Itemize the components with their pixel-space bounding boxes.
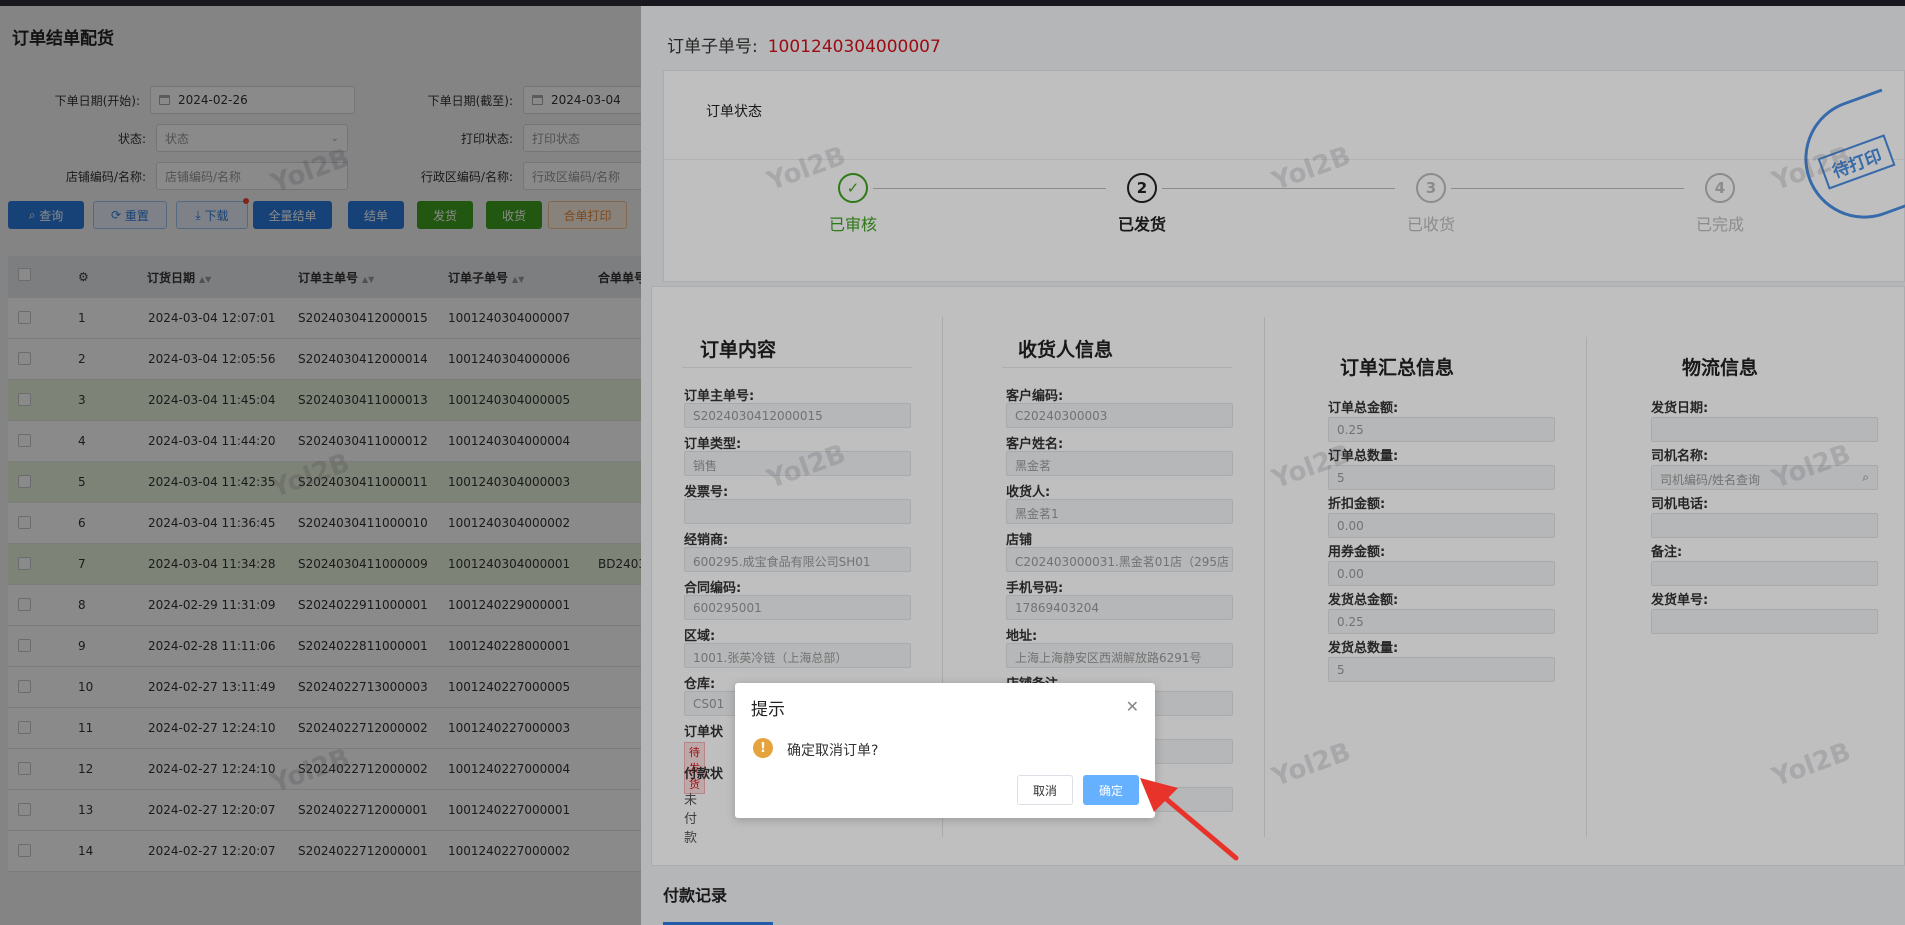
confirm-dialog: 提示 ✕ ! 确定取消订单? 取消 确定 xyxy=(735,683,1155,818)
close-icon[interactable]: ✕ xyxy=(1126,697,1139,716)
cancel-button[interactable]: 取消 xyxy=(1017,775,1073,805)
red-arrow-annotation xyxy=(1140,778,1239,861)
dialog-message: 确定取消订单? xyxy=(787,743,879,759)
warning-icon: ! xyxy=(753,738,773,758)
dialog-title: 提示 xyxy=(751,700,785,720)
